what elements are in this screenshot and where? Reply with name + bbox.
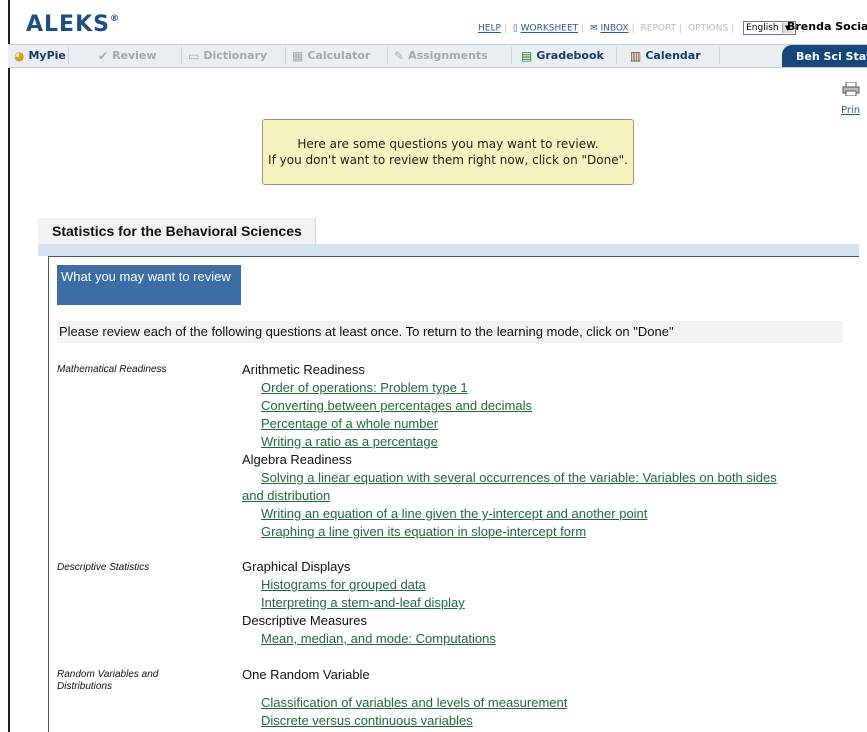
category-group-list: Graphical Displays Histograms for groupe…	[242, 558, 842, 648]
nav-review-label: Review	[112, 49, 157, 62]
review-header: What you may want to review	[57, 265, 241, 305]
topic-link[interactable]: Solving a linear equation with several o…	[242, 469, 842, 487]
course-tab[interactable]: Beh Sci Stat	[782, 45, 867, 67]
printer-icon[interactable]	[842, 82, 860, 96]
nav-gradebook[interactable]: ▤ Gradebook	[515, 47, 617, 64]
group-title: One Random Variable	[242, 667, 370, 682]
nav-mypie[interactable]: ◕ MyPie	[8, 47, 69, 64]
pie-icon: ◕	[14, 48, 25, 63]
assignment-icon: ✎	[394, 48, 405, 63]
calendar-icon: ▥	[630, 48, 642, 63]
topic-link[interactable]: Classification of variables and levels o…	[242, 694, 842, 712]
group-title: Graphical Displays	[242, 559, 351, 574]
nav-assignments[interactable]: ✎ Assignments	[388, 47, 512, 64]
logo-text: ALEKS	[26, 12, 110, 37]
topic-link[interactable]: Histograms for grouped data	[242, 576, 842, 594]
topic-link[interactable]: Mean, median, and mode: Computations	[242, 630, 842, 648]
notice-line-2: If you don't want to review them right n…	[268, 153, 628, 167]
user-name: Brenda Social	[787, 20, 867, 33]
logo-mark: ®	[109, 14, 120, 24]
book-icon: ▭	[188, 48, 200, 63]
topic-link[interactable]: Writing a ratio as a percentage	[242, 433, 842, 451]
tab-band	[38, 244, 859, 256]
print-link[interactable]: Prin	[841, 105, 860, 116]
topic-link[interactable]: Discrete versus continuous variables	[242, 712, 842, 730]
nav-calendar[interactable]: ▥ Calendar	[624, 47, 720, 64]
group-title: Descriptive Measures	[242, 613, 367, 628]
header: ALEKS® HELP | ▯ WORKSHEET | ✉ INBOX | REPOR…	[10, 0, 867, 44]
aleks-logo: ALEKS®	[26, 12, 120, 37]
calculator-icon: ▦	[292, 48, 304, 63]
nav-dictionary-label: Dictionary	[203, 49, 268, 62]
course-tab-row: Statistics for the Behavioral Sciences	[38, 218, 859, 244]
gradebook-icon: ▤	[521, 48, 533, 63]
options-link: OPTIONS	[687, 23, 729, 34]
nav-calculator[interactable]: ▦ Calculator	[286, 47, 388, 64]
nav-mypie-label: MyPie	[28, 49, 66, 62]
category-random-variables: Random Variables and Distributions	[57, 669, 159, 692]
notice-line-1: Here are some questions you may want to …	[297, 137, 599, 151]
course-tab-label: Beh Sci Stat	[796, 49, 867, 63]
review-notice: Here are some questions you may want to …	[262, 119, 634, 185]
nav-assignments-label: Assignments	[408, 49, 488, 62]
nav-calendar-label: Calendar	[645, 49, 701, 62]
nav-dictionary[interactable]: ▭ Dictionary	[182, 47, 286, 64]
topic-link[interactable]: Percentage of a whole number	[242, 415, 842, 433]
topic-link[interactable]: Graphing a line given its equation in sl…	[242, 523, 842, 541]
topic-link[interactable]: Writing an equation of a line given the …	[242, 505, 842, 523]
nav-gradebook-label: Gradebook	[536, 49, 604, 62]
report-link: REPORT	[640, 23, 677, 34]
review-instructions: Please review each of the following ques…	[57, 321, 843, 343]
group-title: Algebra Readiness	[242, 452, 352, 467]
envelope-icon: ✉	[590, 23, 598, 34]
group-title: Arithmetic Readiness	[242, 362, 365, 377]
worksheet-link[interactable]: WORKSHEET	[521, 24, 579, 34]
category-mathematical-readiness: Mathematical Readiness	[57, 364, 167, 375]
language-value: English	[746, 23, 779, 33]
topic-link[interactable]: Order of operations: Problem type 1	[242, 379, 842, 397]
user-menu[interactable]: Brenda Social ▾	[787, 20, 867, 33]
topic-link[interactable]: Converting between percentages and decim…	[242, 397, 842, 415]
nav-bar: ◕ MyPie ✔ Review ▭ Dictionary ▦ Calculator ✎…	[8, 44, 867, 68]
inbox-link[interactable]: INBOX	[601, 24, 629, 34]
checkmark-icon: ✔	[98, 48, 109, 63]
category-descriptive-statistics: Descriptive Statistics	[57, 562, 150, 573]
nav-review[interactable]: ✔ Review	[92, 47, 182, 64]
category-group-list: One Random Variable Classification of va…	[242, 666, 842, 730]
top-links: HELP | ▯ WORKSHEET | ✉ INBOX | REPORT | OPTI…	[478, 21, 805, 35]
topic-link[interactable]: Interpreting a stem-and-leaf display	[242, 594, 842, 612]
help-link[interactable]: HELP	[478, 24, 501, 34]
nav-calculator-label: Calculator	[307, 49, 371, 62]
worksheet-icon: ▯	[512, 23, 518, 34]
category-group-list: Arithmetic Readiness Order of operations…	[242, 361, 842, 541]
course-title-tab[interactable]: Statistics for the Behavioral Sciences	[38, 218, 316, 244]
topic-link-continuation[interactable]: and distribution	[242, 487, 842, 505]
